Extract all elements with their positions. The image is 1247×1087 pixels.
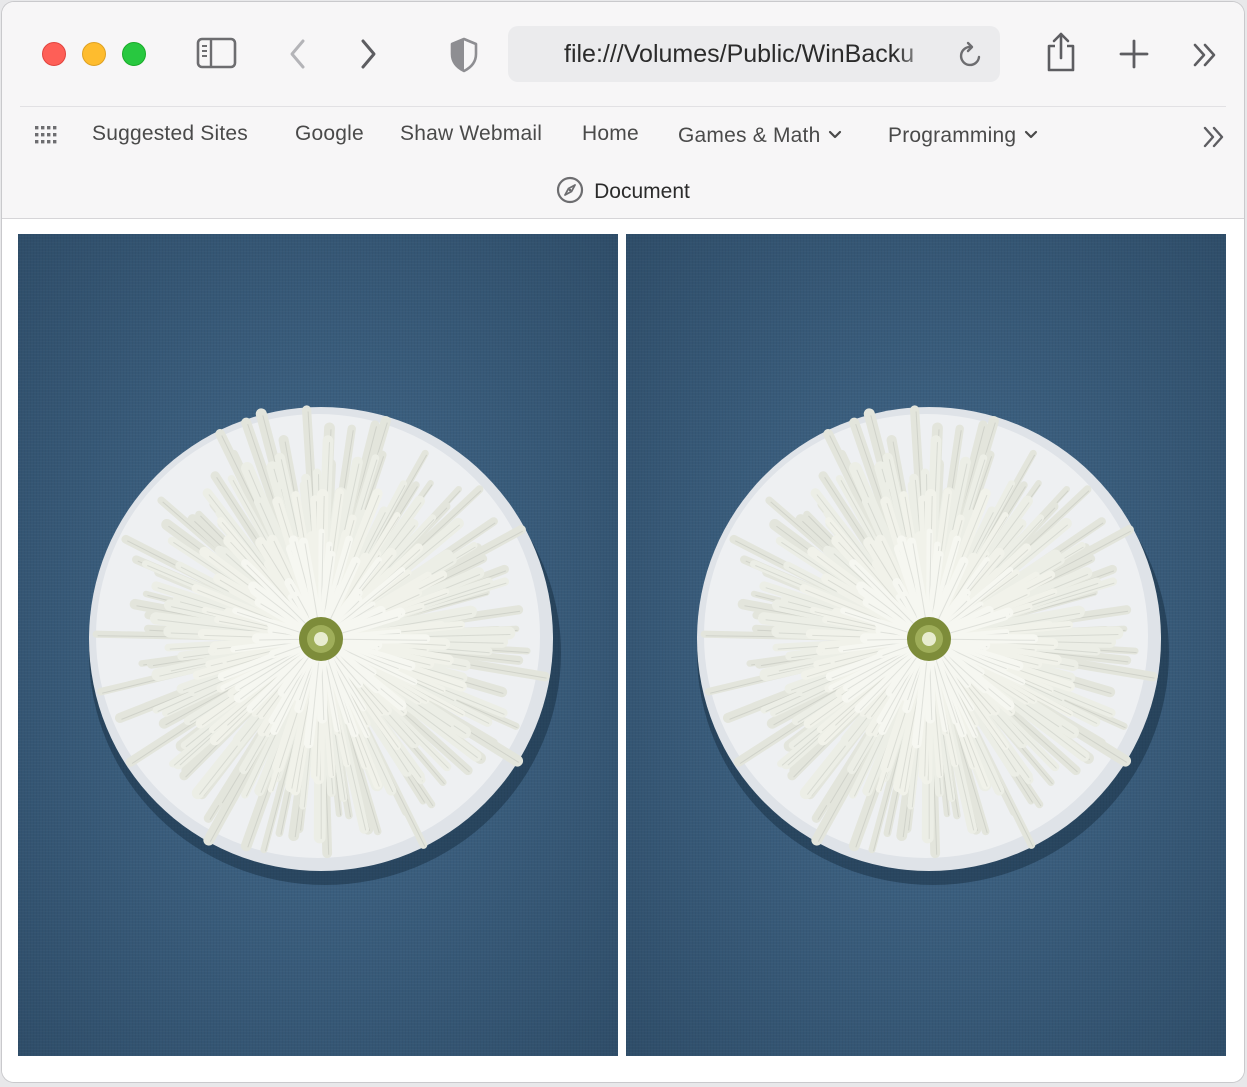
page-content	[2, 219, 1244, 1082]
bookmark-label: Google	[295, 122, 364, 145]
bookmark-label: Shaw Webmail	[400, 122, 543, 145]
close-window-button[interactable]	[42, 42, 66, 66]
browser-window: file:///Volumes/Public/WinBacku Suggeste…	[2, 2, 1244, 1082]
bookmark-suggested-sites[interactable]: Suggested Sites	[92, 122, 248, 146]
apps-grid-icon[interactable]	[34, 124, 62, 153]
bookmark-label: Home	[582, 122, 639, 145]
share-icon[interactable]	[1044, 30, 1078, 74]
bookmark-label: Suggested Sites	[92, 122, 248, 145]
bookmark-shaw-webmail[interactable]: Shaw Webmail	[400, 122, 542, 146]
bookmarks-overflow-icon[interactable]	[1200, 123, 1228, 156]
bookmark-label: Programming	[888, 124, 1017, 147]
compass-icon	[556, 176, 584, 210]
flower-image	[89, 405, 561, 885]
active-tab[interactable]: Document	[2, 176, 1244, 210]
back-icon[interactable]	[286, 36, 310, 72]
chevron-down-icon	[828, 122, 842, 146]
flower-center-core	[922, 632, 936, 646]
toolbar-divider	[20, 106, 1226, 107]
shield-icon[interactable]	[448, 36, 480, 74]
forward-icon[interactable]	[356, 36, 380, 72]
flower-photo-left[interactable]	[18, 234, 618, 1056]
bookmark-google[interactable]: Google	[295, 122, 364, 146]
bookmark-label: Games & Math	[678, 124, 821, 147]
url-text: file:///Volumes/Public/WinBacku	[564, 40, 915, 68]
overflow-chevron-icon[interactable]	[1190, 40, 1220, 70]
bookmark-folder-games-math[interactable]: Games & Math	[678, 122, 842, 148]
new-tab-icon[interactable]	[1118, 38, 1150, 70]
zoom-window-button[interactable]	[122, 42, 146, 66]
bookmark-folder-programming[interactable]: Programming	[888, 122, 1038, 148]
sidebar-icon[interactable]	[196, 36, 238, 70]
bookmark-home[interactable]: Home	[582, 122, 639, 146]
minimize-window-button[interactable]	[82, 42, 106, 66]
flower-image	[697, 405, 1169, 885]
flower-photo-right[interactable]	[626, 234, 1226, 1056]
tab-title-text: Document	[594, 180, 690, 203]
flower-center-core	[314, 632, 328, 646]
reload-icon[interactable]	[958, 41, 984, 74]
chevron-down-icon	[1024, 122, 1038, 146]
browser-chrome: file:///Volumes/Public/WinBacku Suggeste…	[2, 2, 1244, 219]
address-bar[interactable]: file:///Volumes/Public/WinBacku	[508, 26, 1000, 82]
